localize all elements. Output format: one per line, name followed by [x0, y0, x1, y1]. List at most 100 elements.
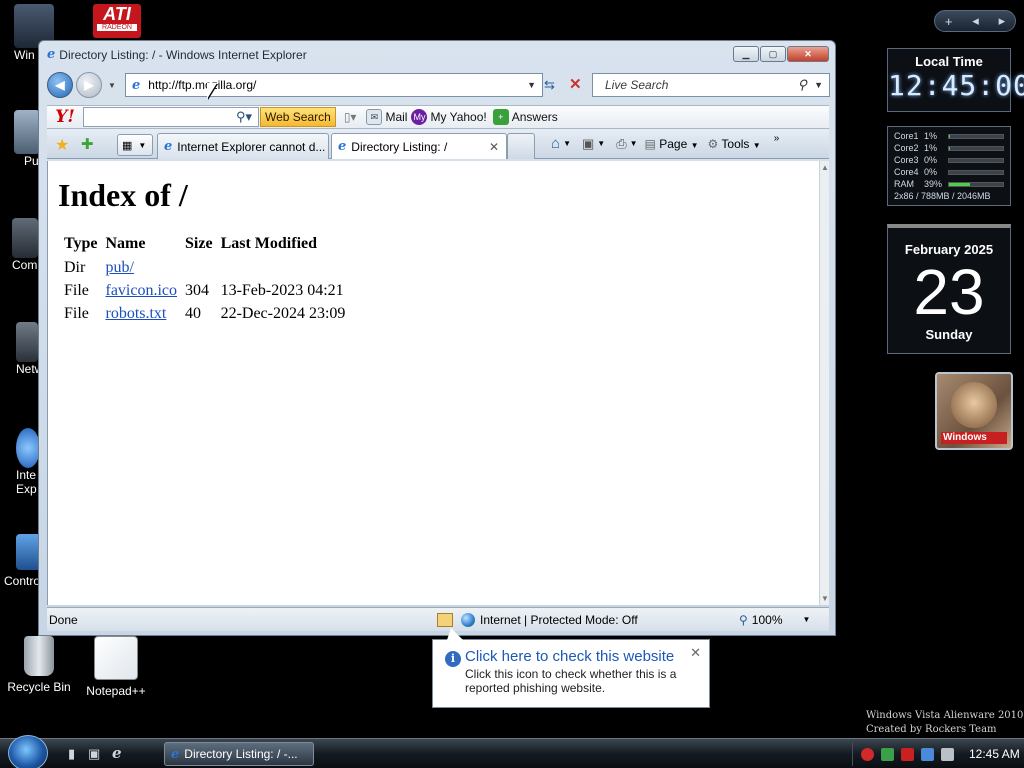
file-link-robots[interactable]: robots.txt — [105, 305, 166, 322]
maximize-button[interactable]: ▢ — [760, 46, 786, 62]
recent-pages-dropdown[interactable]: ▼ — [108, 81, 116, 90]
phishing-check-balloon[interactable]: i Click here to check this website Click… — [432, 628, 710, 708]
print-dropdown[interactable]: ▼ — [630, 139, 638, 148]
close-tab-icon[interactable]: ✕ — [489, 140, 506, 154]
address-url[interactable]: http://ftp.mozilla.org/ — [148, 78, 256, 92]
scroll-down-icon[interactable]: ▼ — [820, 594, 830, 603]
update-icon[interactable] — [881, 747, 894, 761]
balloon-close-icon[interactable]: ✕ — [690, 645, 701, 661]
column-header-name: Name — [105, 235, 146, 252]
minimize-button[interactable]: ▁ — [733, 46, 759, 62]
calendar-month: February 2025 — [904, 242, 994, 257]
zoom-control[interactable]: ⚲ 100% ▼ — [739, 613, 810, 627]
stop-icon[interactable]: ✕ — [569, 75, 582, 93]
yahoo-mail-button[interactable]: ✉ Mail — [366, 109, 407, 125]
status-bar: Done Internet | Protected Mode: Off ⚲ 10… — [47, 607, 829, 631]
tools-menu-button[interactable]: ⚙ Tools ▼ — [708, 137, 761, 151]
toolbar-options-icon[interactable]: ▯▾ — [344, 110, 357, 124]
my-yahoo-button[interactable]: My My Yahoo! — [411, 109, 487, 125]
tab-label: Directory Listing: / — [351, 139, 448, 154]
balloon-title[interactable]: Click here to check this website — [465, 648, 699, 665]
arrow-left-icon: ◀ — [55, 78, 65, 92]
calendar-gadget[interactable]: February 2025 23 Sunday — [887, 224, 1011, 354]
favorites-star-icon[interactable]: ★ — [55, 135, 69, 155]
taskbar-clock[interactable]: 12:45 AM — [969, 747, 1020, 761]
show-desktop-icon[interactable]: ▮ — [68, 746, 75, 762]
search-options-dropdown[interactable]: ▼ — [814, 80, 823, 90]
desktop-icon-label: Com — [12, 258, 38, 272]
cpu-footer: 2x86 / 788MB / 2046MB — [894, 191, 991, 201]
window-title-bar[interactable]: e Directory Listing: / - Windows Interne… — [47, 47, 307, 62]
yahoo-web-search-button[interactable]: Web Search — [260, 107, 336, 127]
ie-tab-icon: e — [164, 139, 173, 154]
search-icon[interactable]: ⚲▾ — [236, 109, 252, 125]
file-link-pub[interactable]: pub/ — [105, 259, 133, 276]
ie-quicklaunch-icon[interactable]: e — [112, 744, 122, 762]
globe-icon — [461, 612, 475, 627]
clock-gadget[interactable]: Local Time 12:45:00AM — [887, 48, 1024, 112]
desktop-icon-notepad-plus-plus[interactable]: Notepad++ — [78, 636, 154, 698]
table-row: File favicon.ico 304 13-Feb-2023 04:21 — [62, 280, 347, 301]
yahoo-search-input[interactable]: ⚲▾ — [83, 107, 259, 127]
start-button[interactable] — [8, 735, 48, 768]
slideshow-gadget[interactable]: Windows — [935, 372, 1013, 450]
tab-directory-listing[interactable]: e Directory Listing: / ✕ — [331, 133, 507, 159]
status-text: Done — [49, 612, 78, 627]
volume-muted-icon[interactable] — [941, 747, 954, 761]
new-tab-button[interactable] — [507, 133, 535, 159]
phishing-filter-icon[interactable] — [437, 612, 453, 627]
security-alert-icon[interactable] — [861, 747, 874, 761]
chevron-more-icon[interactable]: » — [774, 133, 780, 144]
page-viewport: Index of / Type Name Size Last Modified … — [47, 161, 819, 605]
cpu-meter-gadget[interactable]: Core1 1% Core2 1% Core3 0% Core4 0% RAM 39% 2x86 … — [887, 126, 1011, 206]
search-box[interactable]: Live Search ⚲ ▼ — [592, 73, 830, 97]
credit-line-1: Windows Vista Alienware 2010 — [866, 710, 1024, 721]
scroll-up-icon[interactable]: ▲ — [820, 163, 830, 172]
cell-type: Dir — [64, 258, 86, 276]
desktop-icon-label: Inte Exp — [16, 468, 37, 496]
system-tray: 12:45 AM — [852, 742, 1022, 766]
forward-button[interactable]: ▶ — [76, 72, 102, 98]
clock-time-value: 12:45:00 — [888, 69, 1024, 102]
security-zone[interactable]: Internet | Protected Mode: Off — [461, 612, 731, 627]
navigation-bar: ◀ ▶ ▼ e http://ftp.mozilla.org/ ▼ ⇆ ✕ Li… — [47, 69, 830, 101]
address-bar[interactable]: e http://ftp.mozilla.org/ ▼ — [125, 73, 543, 97]
feeds-dropdown[interactable]: ▼ — [597, 139, 605, 148]
address-dropdown-icon[interactable]: ▼ — [527, 80, 536, 90]
yahoo-answers-button[interactable]: + Answers — [492, 109, 558, 125]
my-yahoo-icon: My — [411, 109, 428, 125]
desktop-icon-recycle-bin[interactable]: Recycle Bin — [1, 636, 77, 694]
print-icon[interactable]: ⎙ — [616, 136, 626, 152]
next-gadget-button[interactable]: ▸ — [999, 13, 1006, 29]
quick-tabs-button[interactable]: ▦ ▼ — [117, 134, 153, 156]
home-dropdown[interactable]: ▼ — [563, 139, 571, 148]
tools-menu-dropdown: ▼ — [752, 140, 761, 150]
add-favorite-icon[interactable]: ✚ — [81, 135, 94, 153]
file-link-favicon[interactable]: favicon.ico — [105, 282, 177, 299]
feeds-icon[interactable]: ▣ — [582, 136, 594, 152]
home-icon[interactable]: ⌂ — [551, 135, 560, 152]
network-icon[interactable] — [921, 747, 934, 761]
display-icon[interactable] — [901, 747, 914, 761]
tab-list-dropdown[interactable]: ▼ — [138, 141, 146, 150]
cpu-row-percent: 39% — [924, 179, 943, 189]
tab-ie-cannot-display[interactable]: e Internet Explorer cannot d... — [157, 133, 329, 159]
switch-windows-icon[interactable]: ▣ — [88, 746, 100, 762]
taskbar-button-ie[interactable]: e Directory Listing: / -... — [164, 742, 314, 766]
previous-gadget-button[interactable]: ◂ — [972, 13, 979, 29]
column-header-last-modified: Last Modified — [220, 235, 318, 252]
ie-tab-icon: e — [338, 139, 347, 154]
add-gadget-button[interactable]: + — [945, 14, 953, 29]
back-button[interactable]: ◀ — [47, 72, 73, 98]
vertical-scrollbar[interactable]: ▲ ▼ — [819, 161, 829, 605]
desktop-icon-label: Win — [14, 48, 35, 62]
refresh-icon[interactable]: ⇆ — [544, 77, 555, 93]
zoom-dropdown[interactable]: ▼ — [803, 615, 811, 624]
yahoo-logo[interactable]: Y! — [47, 107, 83, 127]
page-menu-button[interactable]: ▤ Page ▼ — [645, 137, 699, 151]
info-icon: i — [445, 651, 461, 667]
cell-modified: 22-Dec-2024 23:09 — [220, 304, 346, 322]
cell-name: robots.txt — [103, 303, 179, 324]
close-button[interactable]: ✕ — [787, 46, 829, 62]
search-icon[interactable]: ⚲ — [797, 77, 807, 93]
